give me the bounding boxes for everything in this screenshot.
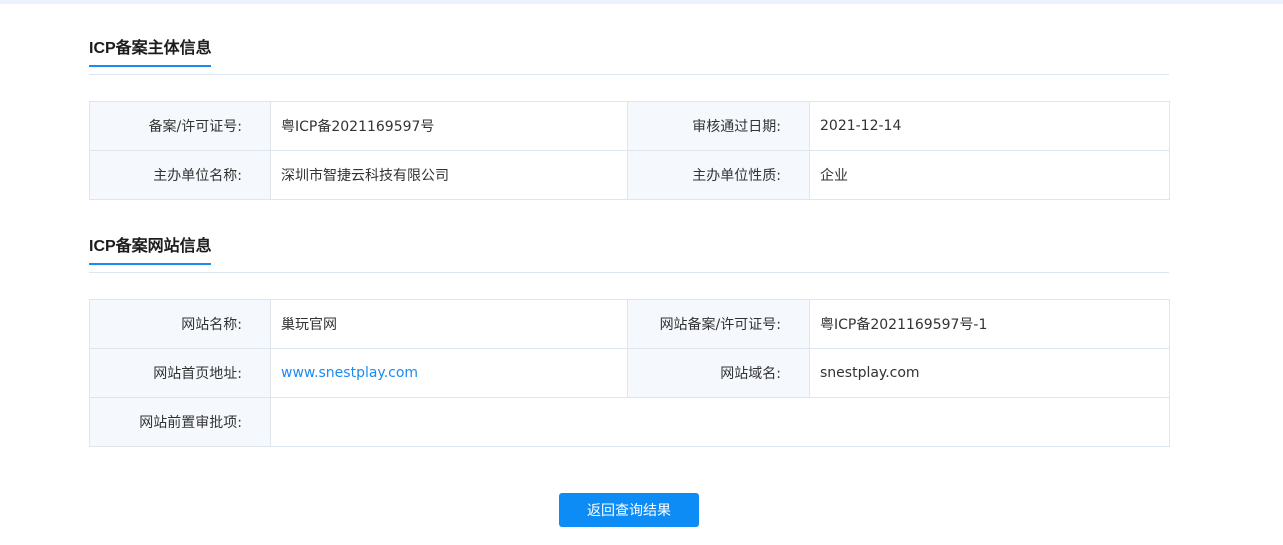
subject-info-table: 备案/许可证号: 粤ICP备2021169597号 审核通过日期: 2021-1…: [89, 101, 1170, 200]
record-number-label: 备案/许可证号:: [89, 101, 271, 151]
pre-approval-label: 网站前置审批项:: [89, 397, 271, 447]
top-strip: [0, 0, 1283, 4]
subject-section-divider: [89, 74, 1169, 75]
domain-label: 网站域名:: [627, 348, 810, 398]
website-name-value: 巢玩官网: [270, 299, 628, 349]
table-row: 网站名称: 巢玩官网 网站备案/许可证号: 粤ICP备2021169597号-1: [89, 299, 1170, 349]
return-to-results-button[interactable]: 返回查询结果: [559, 493, 699, 527]
website-record-number-label: 网站备案/许可证号:: [627, 299, 810, 349]
website-info-table: 网站名称: 巢玩官网 网站备案/许可证号: 粤ICP备2021169597号-1…: [89, 299, 1170, 447]
table-row: 网站首页地址: www.snestplay.com 网站域名: snestpla…: [89, 348, 1170, 398]
organizer-name-label: 主办单位名称:: [89, 150, 271, 200]
homepage-url-label: 网站首页地址:: [89, 348, 271, 398]
table-row: 网站前置审批项:: [89, 397, 1170, 447]
organizer-name-value: 深圳市智捷云科技有限公司: [270, 150, 628, 200]
website-title-underline: [89, 263, 211, 265]
domain-value: snestplay.com: [809, 348, 1170, 398]
organizer-type-value: 企业: [809, 150, 1170, 200]
approval-date-label: 审核通过日期:: [627, 101, 810, 151]
table-row: 主办单位名称: 深圳市智捷云科技有限公司 主办单位性质: 企业: [89, 150, 1170, 200]
homepage-url-link[interactable]: www.snestplay.com: [281, 365, 418, 381]
website-section-divider: [89, 272, 1169, 273]
website-section-title: ICP备案网站信息: [89, 238, 212, 255]
approval-date-value: 2021-12-14: [809, 101, 1170, 151]
record-number-value: 粤ICP备2021169597号: [270, 101, 628, 151]
website-name-label: 网站名称:: [89, 299, 271, 349]
homepage-url-cell: www.snestplay.com: [270, 348, 628, 398]
website-record-number-value: 粤ICP备2021169597号-1: [809, 299, 1170, 349]
table-row: 备案/许可证号: 粤ICP备2021169597号 审核通过日期: 2021-1…: [89, 101, 1170, 151]
subject-section-title: ICP备案主体信息: [89, 40, 212, 57]
subject-title-underline: [89, 65, 211, 67]
organizer-type-label: 主办单位性质:: [627, 150, 810, 200]
pre-approval-value: [270, 397, 1170, 447]
